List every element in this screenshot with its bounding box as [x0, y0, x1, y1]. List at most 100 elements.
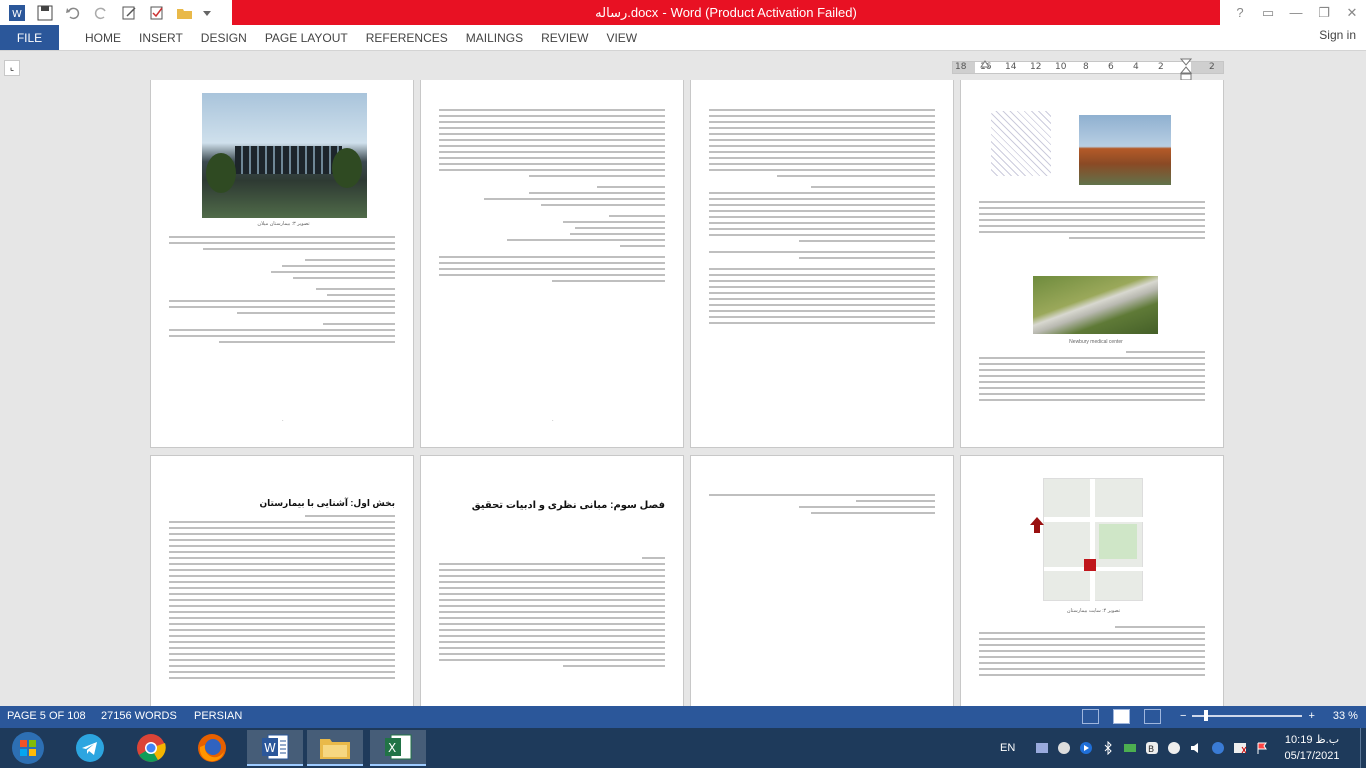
windows-start-orb-icon	[12, 732, 44, 764]
redo-icon[interactable]	[90, 3, 112, 23]
location-pin-icon	[1084, 559, 1096, 571]
document-page[interactable]: تصویر ۳: بیمارستان میلان ·	[150, 80, 414, 448]
bluetooth-icon[interactable]	[1099, 739, 1117, 757]
tray-app-icon[interactable]: B	[1143, 739, 1161, 757]
document-page[interactable]: ·	[420, 80, 684, 448]
taskbar-file-explorer[interactable]	[307, 730, 363, 766]
ribbon-options-button[interactable]: ▭	[1254, 0, 1282, 25]
clock-time: 10:19 ب.ظ	[1284, 734, 1340, 746]
ruler-tick: 12	[1030, 62, 1042, 72]
taskbar-firefox[interactable]	[184, 730, 240, 766]
tray-media-icon[interactable]	[1077, 739, 1095, 757]
concept-sketch-image	[991, 111, 1051, 176]
document-filename: رساله.docx	[595, 4, 659, 20]
tab-view[interactable]: VIEW	[597, 25, 646, 50]
ruler-tick: 2	[1158, 62, 1164, 72]
network-icon[interactable]	[1209, 739, 1227, 757]
firefox-icon	[198, 734, 226, 762]
tab-references[interactable]: REFERENCES	[357, 25, 457, 50]
undo-icon[interactable]	[62, 3, 84, 23]
print-layout-button[interactable]	[1113, 709, 1130, 724]
page-count-status[interactable]: PAGE 5 OF 108	[7, 710, 86, 722]
hospital-exterior-photo	[1079, 115, 1171, 185]
section-heading: بخش اول: آشنایی با بیمارستان	[259, 498, 395, 508]
window-controls: ? ▭ — ❐ ✕	[1226, 0, 1366, 25]
tray-sync-icon[interactable]	[1121, 739, 1139, 757]
document-page[interactable]: تصویر ۴: سایت بیمارستان	[960, 455, 1224, 706]
ruler-tick: 6	[1108, 62, 1114, 72]
svg-text:X: X	[388, 741, 396, 755]
excel-app-icon: X	[385, 734, 412, 760]
tab-selector[interactable]: ⌞	[4, 60, 20, 76]
read-mode-button[interactable]	[1082, 709, 1099, 724]
tray-clock-icon[interactable]	[1055, 739, 1073, 757]
ruler-row: ⌞ 18 16 14 12 10 8 6 4 2 2	[0, 51, 1366, 81]
view-buttons	[1082, 709, 1161, 724]
ruler-tick: 4	[1133, 62, 1139, 72]
volume-icon[interactable]	[1187, 739, 1205, 757]
zoom-in-button[interactable]: +	[1308, 710, 1314, 722]
word-window: W رساله.docx - Word (Product Activation …	[0, 0, 1366, 768]
zoom-slider[interactable]	[1192, 710, 1303, 721]
zoom-slider-thumb[interactable]	[1204, 710, 1209, 721]
svg-text:W: W	[264, 741, 276, 755]
horizontal-ruler[interactable]: 18 16 14 12 10 8 6 4 2 2	[952, 58, 1224, 81]
action-center-icon[interactable]	[1231, 739, 1249, 757]
word-app-icon: W	[262, 734, 289, 760]
tab-file[interactable]: FILE	[0, 25, 59, 50]
language-status[interactable]: PERSIAN	[194, 710, 242, 722]
show-desktop-button[interactable]	[1360, 728, 1366, 768]
restore-button[interactable]: ❐	[1310, 0, 1338, 25]
ribbon-tab-list: HOME INSERT DESIGN PAGE LAYOUT REFERENCE…	[76, 25, 646, 50]
document-page[interactable]	[690, 455, 954, 706]
edit-document-icon[interactable]	[118, 3, 140, 23]
building-photo	[202, 93, 367, 218]
minimize-button[interactable]: —	[1282, 0, 1310, 25]
taskbar-excel[interactable]: X	[370, 730, 426, 766]
ruler-tick: 14	[1005, 62, 1017, 72]
site-map-image	[1043, 478, 1144, 602]
zoom-out-button[interactable]: −	[1180, 710, 1186, 722]
sign-in-link[interactable]: Sign in	[1319, 28, 1356, 42]
web-layout-button[interactable]	[1144, 709, 1161, 724]
tab-design[interactable]: DESIGN	[192, 25, 256, 50]
ribbon-tabs: FILE HOME INSERT DESIGN PAGE LAYOUT REFE…	[0, 25, 1366, 51]
tab-review[interactable]: REVIEW	[532, 25, 597, 50]
tray-app-icon[interactable]	[1165, 739, 1183, 757]
taskbar-word[interactable]: W	[247, 730, 303, 766]
zoom-control: − + 33 %	[1180, 710, 1358, 722]
zoom-level[interactable]: 33 %	[1333, 710, 1358, 722]
tray-app-icon[interactable]	[1033, 739, 1051, 757]
close-button[interactable]: ✕	[1338, 0, 1366, 25]
tab-page-layout[interactable]: PAGE LAYOUT	[256, 25, 357, 50]
word-count-status[interactable]: 27156 WORDS	[101, 710, 177, 722]
tab-mailings[interactable]: MAILINGS	[457, 25, 532, 50]
document-area[interactable]: تصویر ۳: بیمارستان میلان · · Newbury med…	[0, 80, 1366, 706]
left-indent-marker-icon[interactable]	[980, 60, 990, 74]
telegram-icon	[76, 734, 104, 762]
customize-qat-icon[interactable]	[202, 3, 212, 23]
taskbar-chrome[interactable]	[123, 730, 179, 766]
input-language[interactable]: EN	[1000, 742, 1015, 754]
clock-date: 05/17/2021	[1284, 750, 1340, 762]
tray-flag-icon[interactable]	[1253, 739, 1271, 757]
folder-icon	[320, 739, 350, 759]
document-page[interactable]: بخش اول: آشنایی با بیمارستان	[150, 455, 414, 706]
quick-access-toolbar: W	[6, 2, 212, 23]
checklist-icon[interactable]	[146, 3, 168, 23]
taskbar-telegram[interactable]	[62, 730, 118, 766]
document-page[interactable]	[690, 80, 954, 448]
taskbar-clock[interactable]: 10:19 ب.ظ 05/17/2021	[1280, 732, 1344, 764]
tab-home[interactable]: HOME	[76, 25, 130, 50]
document-page[interactable]: Newbury medical center	[960, 80, 1224, 448]
help-button[interactable]: ?	[1226, 0, 1254, 25]
north-arrow-icon	[1030, 517, 1044, 533]
start-button[interactable]	[6, 730, 50, 766]
system-tray: EN B	[1000, 728, 1271, 768]
open-folder-icon[interactable]	[174, 3, 196, 23]
tab-insert[interactable]: INSERT	[130, 25, 192, 50]
document-page[interactable]: فصل سوم: مبانی نظری و ادبیات تحقیق	[420, 455, 684, 706]
save-icon[interactable]	[34, 3, 56, 23]
word-logo-icon[interactable]: W	[6, 3, 28, 23]
chrome-icon	[137, 734, 166, 762]
